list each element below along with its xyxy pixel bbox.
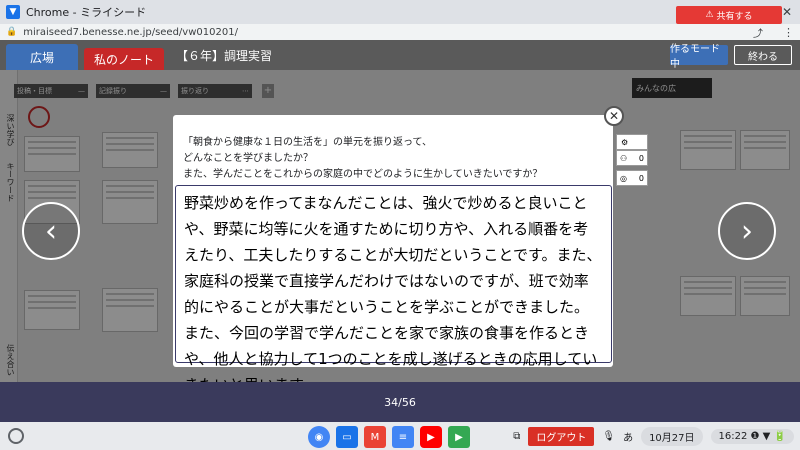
answer-text: 野菜炒めを作ってまなんだことは、強火で炒めると良いことや、野菜に均等に火を通すた… — [175, 185, 612, 394]
next-arrow-icon[interactable]: › — [718, 202, 776, 260]
lock-icon[interactable]: 🔒 — [6, 27, 17, 37]
tab-my-note[interactable]: 私のノート — [84, 48, 164, 70]
share-icon[interactable]: ⤴ — [753, 25, 763, 40]
people-icon: ⚇ — [620, 153, 628, 163]
reaction-count-button[interactable]: ⚇ 0 — [616, 150, 648, 166]
question-line: どんなことを学びましたか？ — [183, 153, 313, 164]
app-logo-icon: ▼ — [6, 5, 20, 19]
page-title: 【６年】調理実習 — [176, 48, 273, 63]
question-text: 「朝食から健康な１日の生活を」の単元を振り返って、 どんなことを学びましたか？ … — [183, 135, 542, 183]
settings-mini-button[interactable]: ⚙ — [616, 134, 648, 150]
share-button[interactable]: ⚠ 共有する — [676, 6, 782, 24]
time-text: 16:22 — [718, 431, 748, 442]
play-store-icon[interactable]: ▶ — [448, 426, 470, 448]
create-mode-button[interactable]: 作るモード中 — [670, 44, 728, 70]
gear-icon: ⚙ — [621, 137, 629, 147]
gmail-icon[interactable]: M — [364, 426, 386, 448]
launcher-icon[interactable] — [8, 428, 24, 444]
window-title: Chrome - ミライシード — [26, 6, 147, 19]
previous-arrow-icon[interactable]: ‹ — [22, 202, 80, 260]
date-display[interactable]: 10月27日 — [641, 427, 703, 446]
files-icon[interactable]: ▭ — [336, 426, 358, 448]
logout-button[interactable]: ログアウト — [528, 427, 595, 446]
time-display[interactable]: 16:22 ❶ ▼ 🔋 — [710, 429, 794, 444]
alert-icon: ⚠ — [705, 10, 717, 20]
microphone-icon[interactable]: 🎙 — [602, 431, 615, 442]
close-modal-icon[interactable]: ✕ — [604, 106, 624, 126]
url-text[interactable]: miraiseed7.benesse.ne.jp/seed/vw010201/ — [23, 27, 238, 38]
more-icon[interactable]: ⋮ — [783, 26, 794, 39]
screenshot-icon[interactable]: ⧉ — [513, 431, 520, 442]
tab-hiroba[interactable]: 広場 — [6, 44, 78, 70]
comment-count-button[interactable]: ◎ 0 — [616, 170, 648, 186]
response-modal: 「朝食から健康な１日の生活を」の単元を振り返って、 どんなことを学びましたか？ … — [173, 115, 613, 394]
question-line: また、学んだことをこれからの家庭の中でどのように生かしていきたいですか？ — [183, 169, 543, 180]
comment-count: 0 — [638, 173, 644, 183]
pager-bar: 34/56 — [0, 382, 800, 422]
status-tray: ⧉ ログアウト 🎙 あ 10月27日 16:22 ❶ ▼ 🔋 — [513, 427, 794, 446]
os-shelf: ◉ ▭ M ≡ ▶ ▶ ⧉ ログアウト 🎙 あ 10月27日 16:22 ❶ ▼… — [0, 422, 800, 450]
app-header: 広場 私のノート 【６年】調理実習 作るモード中 終わる — [0, 40, 800, 70]
question-line: 「朝食から健康な１日の生活を」の単元を振り返って、 — [183, 137, 432, 148]
chrome-icon[interactable]: ◉ — [308, 426, 330, 448]
end-button[interactable]: 終わる — [734, 45, 792, 65]
circle-icon: ◎ — [620, 173, 627, 183]
docs-icon[interactable]: ≡ — [392, 426, 414, 448]
shelf-apps: ◉ ▭ M ≡ ▶ ▶ — [308, 426, 470, 448]
ime-indicator[interactable]: あ — [623, 429, 633, 444]
share-button-label: 共有する — [716, 11, 753, 22]
youtube-icon[interactable]: ▶ — [420, 426, 442, 448]
reaction-count: 0 — [638, 153, 644, 163]
address-bar[interactable]: 🔒 miraiseed7.benesse.ne.jp/seed/vw010201… — [0, 24, 800, 40]
page-counter: 34/56 — [384, 395, 416, 409]
